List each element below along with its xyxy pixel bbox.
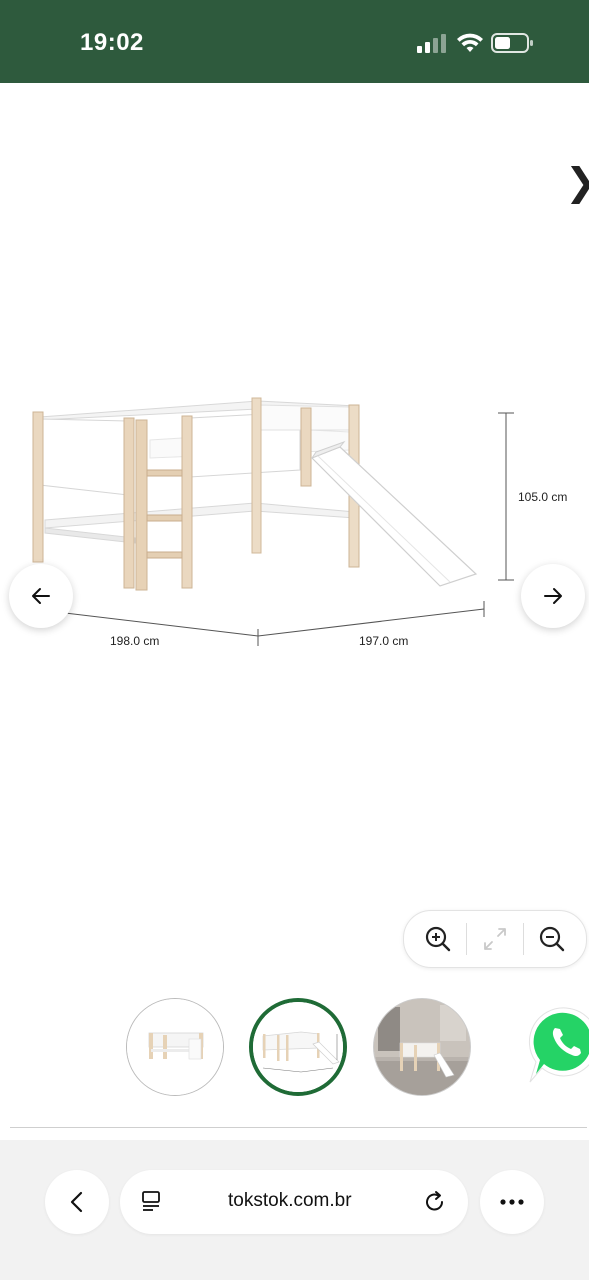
signal-icon <box>417 34 446 53</box>
url-text: tokstok.com.br <box>228 1190 352 1211</box>
arrow-left-icon <box>32 588 50 604</box>
depth-dimension-label: 197.0 cm <box>359 634 409 648</box>
status-icons <box>415 30 535 56</box>
thumbnail-2-selected[interactable] <box>249 998 347 1096</box>
status-time: 19:02 <box>80 29 144 56</box>
fullscreen-button[interactable] <box>475 919 515 959</box>
browser-toolbar: tokstok.com.br <box>0 1140 589 1280</box>
zoom-controls <box>403 910 587 968</box>
height-dimension-label: 105.0 cm <box>518 490 568 504</box>
zoom-separator <box>523 923 524 955</box>
close-icon[interactable]: ❯ <box>565 160 589 204</box>
expand-icon <box>484 928 506 950</box>
zoom-separator <box>466 923 467 955</box>
thumbnail-3[interactable] <box>373 998 471 1096</box>
zoom-out-button[interactable] <box>532 919 572 959</box>
tabs-icon <box>142 1191 160 1211</box>
wifi-icon <box>457 33 483 52</box>
thumbnail-1[interactable] <box>126 998 224 1096</box>
zoom-in-button[interactable] <box>418 919 458 959</box>
thumbnail-image <box>127 999 223 1095</box>
more-icon <box>500 1199 524 1205</box>
address-bar[interactable]: tokstok.com.br <box>120 1170 468 1234</box>
previous-image-button[interactable] <box>9 564 73 628</box>
product-image <box>32 397 514 646</box>
battery-icon <box>491 33 533 53</box>
chevron-left-icon <box>70 1191 83 1213</box>
thumbnail-image <box>374 999 470 1095</box>
arrow-right-icon <box>544 588 562 604</box>
whatsapp-button[interactable] <box>528 1004 589 1084</box>
back-button[interactable] <box>45 1170 109 1234</box>
more-options-button[interactable] <box>480 1170 544 1234</box>
zoom-out-icon <box>539 926 565 952</box>
width-dimension-label: 198.0 cm <box>110 634 160 648</box>
whatsapp-icon <box>528 1007 589 1083</box>
next-image-button[interactable] <box>521 564 585 628</box>
zoom-in-icon <box>425 926 451 952</box>
reload-icon[interactable] <box>422 1189 448 1215</box>
status-bar: 19:02 <box>0 0 589 83</box>
divider <box>10 1127 587 1128</box>
thumbnail-image <box>253 1002 343 1092</box>
